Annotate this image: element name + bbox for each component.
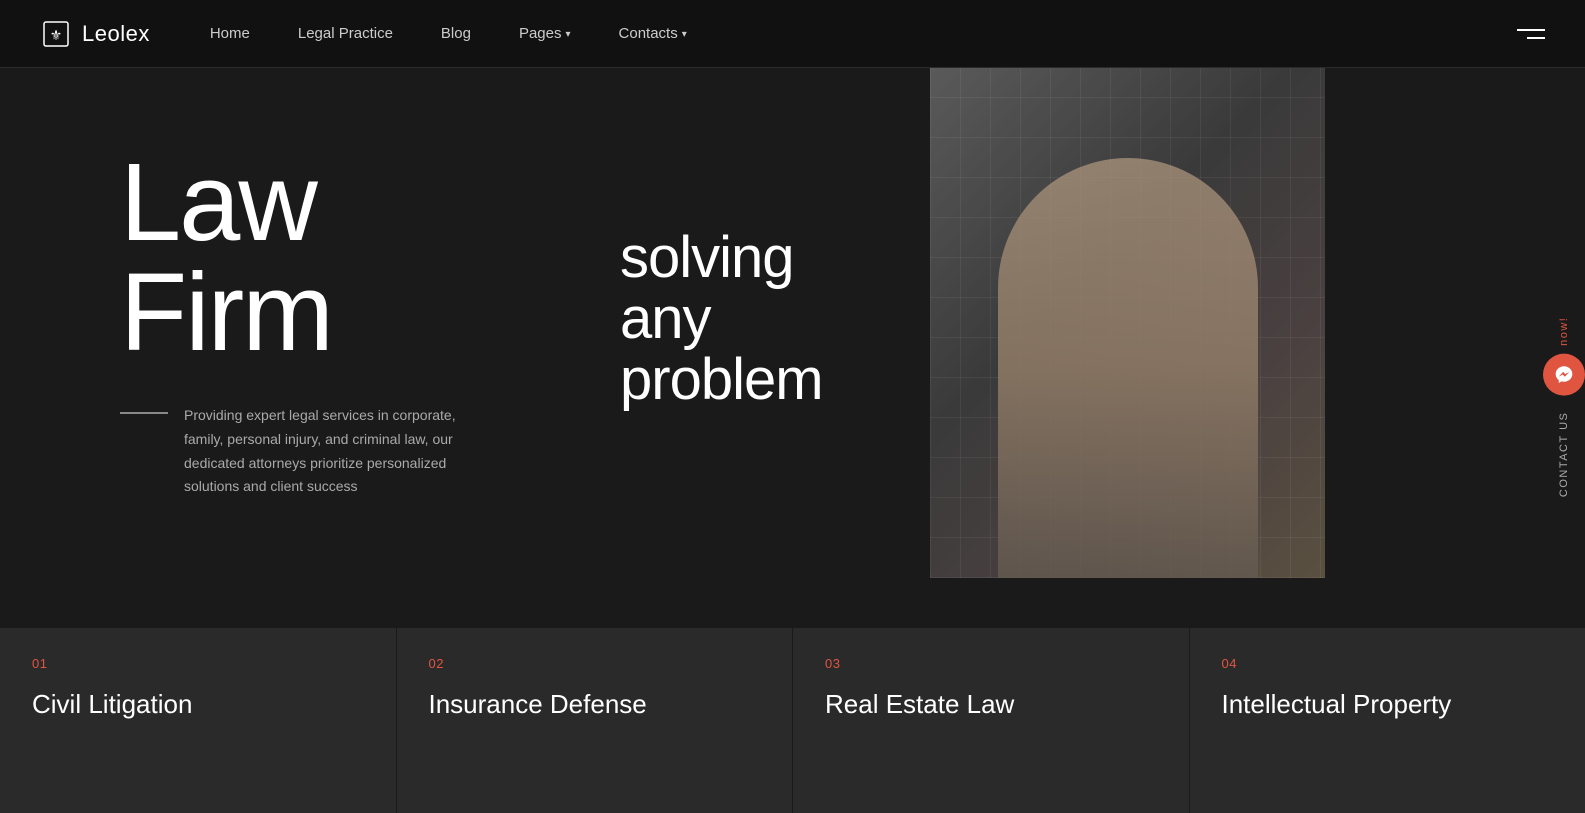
hamburger-line-1: [1517, 29, 1545, 31]
logo-text: Leolex: [82, 21, 150, 47]
hamburger-menu[interactable]: [1517, 29, 1545, 39]
hero-divider-line: [120, 412, 168, 414]
card-4[interactable]: 04 Intellectual Property: [1190, 628, 1585, 813]
pages-chevron-icon: ▾: [566, 29, 571, 40]
card-3[interactable]: 03 Real Estate Law: [793, 628, 1190, 813]
navbar: ⚜ Leolex Home Legal Practice Blog Pages …: [0, 0, 1585, 68]
card-4-number: 04: [1222, 656, 1554, 671]
hero-left: Law Firm Providing expert legal services…: [120, 128, 540, 628]
nav-pages[interactable]: Pages ▾: [519, 25, 571, 42]
messenger-icon: [1554, 364, 1574, 384]
card-2-title: Insurance Defense: [429, 689, 761, 720]
hero-image: [930, 68, 1325, 578]
contact-circle-button[interactable]: [1543, 353, 1585, 395]
card-1[interactable]: 01 Civil Litigation: [0, 628, 397, 813]
nav-contacts[interactable]: Contacts ▾: [619, 25, 687, 42]
nav-home[interactable]: Home: [210, 25, 250, 42]
hero-middle: solving any problem: [540, 128, 890, 628]
nav-blog[interactable]: Blog: [441, 25, 471, 42]
card-3-title: Real Estate Law: [825, 689, 1157, 720]
contact-side: now! Contact us: [1543, 316, 1585, 497]
card-2-number: 02: [429, 656, 761, 671]
card-1-number: 01: [32, 656, 364, 671]
hero-tagline: solving any problem: [620, 228, 823, 411]
nav-right: [1517, 29, 1545, 39]
hero-image-bg: [930, 68, 1325, 578]
hero-divider-area: Providing expert legal services in corpo…: [120, 404, 540, 499]
contacts-chevron-icon: ▾: [682, 29, 687, 40]
hamburger-line-2: [1527, 37, 1545, 39]
card-1-title: Civil Litigation: [32, 689, 364, 720]
logo-icon: ⚜: [40, 18, 72, 50]
nav-legal-practice[interactable]: Legal Practice: [298, 25, 393, 42]
hero-title: Law Firm: [120, 148, 540, 368]
card-3-number: 03: [825, 656, 1157, 671]
cards-section: 01 Civil Litigation 02 Insurance Defense…: [0, 628, 1585, 813]
nav-links: Home Legal Practice Blog Pages ▾ Contact…: [210, 25, 1517, 42]
svg-text:⚜: ⚜: [50, 29, 63, 44]
hero-description: Providing expert legal services in corpo…: [184, 404, 474, 499]
card-2[interactable]: 02 Insurance Defense: [397, 628, 794, 813]
hero-section: Law Firm Providing expert legal services…: [0, 68, 1585, 628]
contact-label-text: Contact us: [1558, 411, 1570, 497]
logo[interactable]: ⚜ Leolex: [40, 18, 150, 50]
card-4-title: Intellectual Property: [1222, 689, 1554, 720]
contact-now-label: now!: [1558, 316, 1570, 345]
